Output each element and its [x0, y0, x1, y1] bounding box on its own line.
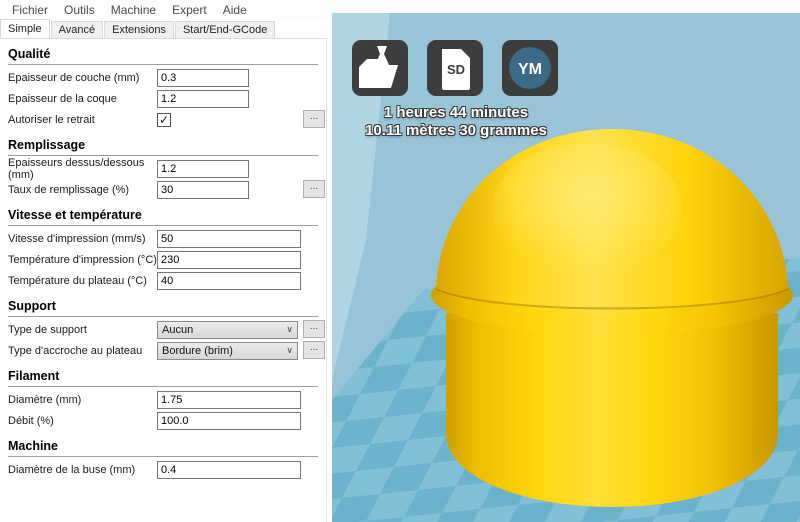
field-label: Epaisseur de la coque [8, 92, 117, 105]
print-material-estimate: 10.11 mètres 30 grammes [365, 122, 547, 139]
svg-text:YM: YM [518, 61, 542, 78]
row-diametre-filament: Diamètre (mm) [8, 389, 318, 410]
row-epaisseur-couche: Epaisseur de couche (mm) [8, 67, 318, 88]
row-debit: Débit (%) [8, 410, 318, 431]
section-machine: Machine [8, 439, 318, 457]
menu-machine[interactable]: Machine [103, 2, 164, 18]
sd-card-icon: SD [442, 49, 470, 90]
row-temperature-plateau: Température du plateau (°C) [8, 270, 318, 291]
save-toolpath-sd-button[interactable]: SD [427, 40, 483, 96]
support-type-value: Aucun [162, 323, 194, 336]
youmagine-icon: YM [509, 47, 551, 89]
field-label: Type de support [8, 323, 87, 336]
tab-bar: Simple Avancé Extensions Start/End-GCode [0, 19, 276, 38]
fill-density-input[interactable] [157, 180, 249, 199]
bed-temperature-input[interactable] [157, 271, 301, 290]
adhesion-more-button[interactable]: ... [303, 341, 325, 359]
row-autoriser-retrait: Autoriser le retrait ✓ ... [8, 109, 325, 130]
top-bottom-thickness-input[interactable] [157, 159, 249, 178]
model-3d[interactable] [431, 129, 793, 507]
load-model-button[interactable] [352, 40, 408, 96]
tab-extensions[interactable]: Extensions [104, 21, 174, 38]
tab-simple[interactable]: Simple [0, 19, 50, 38]
row-vitesse-impression: Vitesse d'impression (mm/s) [8, 228, 318, 249]
print-estimates: 1 heures 44 minutes 10.11 mètres 30 gram… [336, 104, 576, 140]
section-support: Support [8, 299, 318, 317]
platform-adhesion-value: Bordure (brim) [162, 344, 233, 357]
row-accroche-plateau: Type d'accroche au plateau Bordure (brim… [8, 340, 325, 361]
row-taux-remplissage: Taux de remplissage (%) ... [8, 179, 325, 200]
menu-expert[interactable]: Expert [164, 2, 215, 18]
field-label: Epaisseur de couche (mm) [8, 71, 140, 84]
nozzle-size-input[interactable] [157, 460, 301, 479]
print-speed-input[interactable] [157, 229, 301, 248]
row-type-support: Type de support Aucun ∨ ... [8, 319, 325, 340]
row-diametre-buse: Diamètre de la buse (mm) [8, 459, 318, 480]
row-temperature-impression: Température d'impression (°C) [8, 249, 318, 270]
section-filament: Filament [8, 369, 318, 387]
field-label: Type d'accroche au plateau [8, 344, 143, 357]
fill-density-more-button[interactable]: ... [303, 180, 325, 198]
shell-thickness-input[interactable] [157, 89, 249, 108]
field-label: Diamètre (mm) [8, 393, 82, 406]
field-label: Température du plateau (°C) [8, 274, 147, 287]
field-label: Température d'impression (°C) [8, 253, 157, 266]
viewport-3d[interactable]: SD YM 1 heures 44 minutes 10.11 mètres 3… [332, 13, 800, 522]
svg-text:SD: SD [447, 62, 465, 77]
chevron-down-icon: ∨ [286, 324, 293, 334]
field-label: Taux de remplissage (%) [8, 183, 130, 196]
field-label: Vitesse d'impression (mm/s) [8, 232, 146, 245]
row-epaisseur-coque: Epaisseur de la coque [8, 88, 318, 109]
platform-adhesion-select[interactable]: Bordure (brim) ∨ [157, 341, 298, 360]
load-model-icon [359, 46, 398, 88]
section-remplissage: Remplissage [8, 138, 318, 156]
support-more-button[interactable]: ... [303, 320, 325, 338]
settings-panel: Qualité Epaisseur de couche (mm) Epaisse… [0, 38, 327, 522]
layer-height-input[interactable] [157, 68, 249, 87]
field-label: Diamètre de la buse (mm) [8, 463, 136, 476]
menu-fichier[interactable]: Fichier [4, 2, 56, 18]
print-time-estimate: 1 heures 44 minutes [383, 104, 529, 121]
menu-aide[interactable]: Aide [215, 2, 255, 18]
field-label: Epaisseurs dessus/dessous (mm) [8, 156, 145, 181]
field-label: Débit (%) [8, 414, 54, 427]
model-cylinder-body [446, 313, 778, 507]
share-youmagine-button[interactable]: YM [502, 40, 558, 96]
retraction-more-button[interactable]: ... [303, 110, 325, 128]
chevron-down-icon: ∨ [286, 345, 293, 355]
section-qualite: Qualité [8, 47, 318, 65]
cura-window: Fichier Outils Machine Expert Aide Simpl… [0, 0, 800, 522]
print-temperature-input[interactable] [157, 250, 301, 269]
tab-start-end-gcode[interactable]: Start/End-GCode [174, 21, 276, 38]
menu-outils[interactable]: Outils [56, 2, 103, 18]
field-label: Autoriser le retrait [8, 113, 95, 126]
support-type-select[interactable]: Aucun ∨ [157, 320, 298, 339]
flow-input[interactable] [157, 411, 301, 430]
row-dessus-dessous: Epaisseurs dessus/dessous (mm) [8, 156, 318, 181]
filament-diameter-input[interactable] [157, 390, 301, 409]
tab-avance[interactable]: Avancé [50, 21, 104, 38]
section-vitesse-temperature: Vitesse et température [8, 208, 318, 226]
model-dome-highlight [492, 143, 682, 273]
retraction-checkbox[interactable]: ✓ [157, 112, 171, 127]
